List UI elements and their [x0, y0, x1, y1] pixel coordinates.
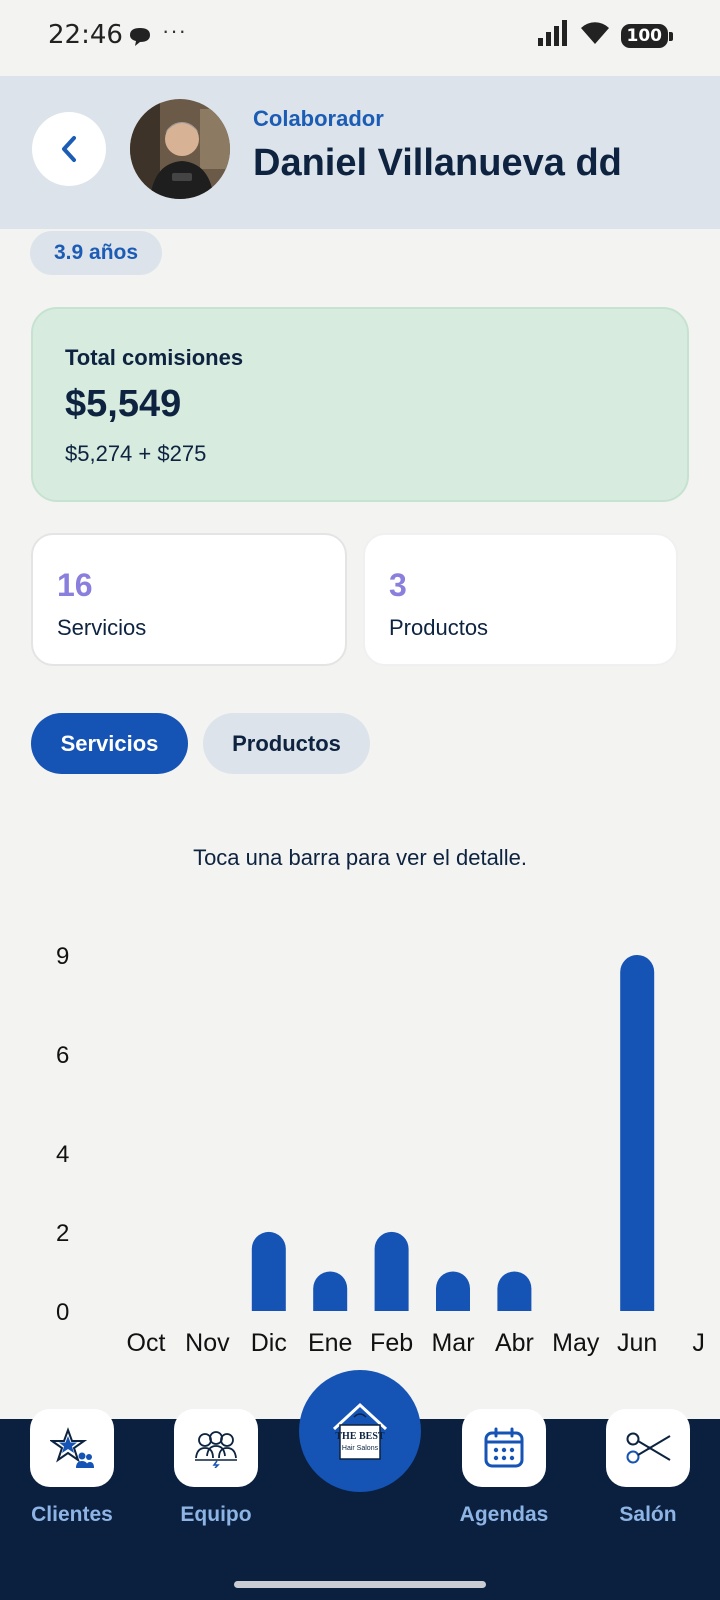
battery-indicator: 100 — [620, 23, 673, 48]
tab-servicios[interactable]: Servicios — [31, 713, 188, 774]
message-icon — [128, 26, 152, 53]
products-count: 3 — [389, 567, 407, 603]
chevron-left-icon — [62, 136, 76, 162]
bar-dic[interactable] — [251, 1231, 286, 1311]
x-tick-label: Dic — [251, 1329, 287, 1357]
home-button[interactable]: THE BEST Hair Salons — [299, 1370, 421, 1492]
services-stat-card: 16 Servicios — [31, 533, 347, 666]
y-tick-label: 6 — [56, 1042, 69, 1069]
logo-text-line1: THE BEST — [335, 1431, 385, 1442]
bar-abr[interactable] — [497, 1271, 532, 1311]
wifi-icon — [579, 20, 611, 51]
services-bar-chart: 0 2 4 6 9 Oct Nov Dic Ene Feb Mar Abr May Jun J — [56, 943, 705, 1357]
signal-icon — [537, 20, 569, 51]
x-tick-label: Oct — [127, 1329, 166, 1357]
gesture-bar — [234, 1581, 486, 1588]
total-commissions-card: Total comisiones $5,549 $5,274 + $275 — [31, 307, 689, 502]
more-notifications-icon: ··· — [162, 18, 187, 43]
tenure-badge: 3.9 años — [30, 231, 163, 275]
x-tick-label: Ene — [308, 1329, 352, 1357]
nav-button-agendas[interactable] — [462, 1409, 546, 1487]
avatar — [130, 99, 230, 199]
profile-header: Colaborador Daniel Villanueva dd — [0, 76, 720, 229]
y-tick-label: 2 — [56, 1220, 69, 1247]
total-commissions-amount: $5,549 — [65, 383, 182, 425]
back-button[interactable] — [32, 112, 106, 186]
star-people-icon — [50, 1427, 94, 1468]
nav-label-salon: Salón — [619, 1503, 677, 1526]
logo-text-line2: Hair Salons — [342, 1445, 379, 1452]
x-tick-label: Mar — [431, 1329, 474, 1357]
y-tick-label: 9 — [56, 943, 69, 970]
bar-jun[interactable] — [620, 955, 655, 1311]
products-stat-label: Productos — [389, 615, 489, 640]
x-tick-label: Feb — [370, 1329, 413, 1357]
bar-ene[interactable] — [313, 1271, 348, 1311]
total-commissions-breakdown: $5,274 + $275 — [65, 441, 207, 466]
team-icon — [195, 1431, 237, 1468]
bar-feb[interactable] — [374, 1231, 409, 1311]
nav-button-salon[interactable] — [606, 1409, 690, 1487]
bar-mar[interactable] — [436, 1271, 470, 1311]
employee-name: Daniel Villanueva dd — [253, 142, 622, 184]
y-tick-label: 0 — [56, 1299, 69, 1326]
chart-hint: Toca una barra para ver el detalle. — [193, 845, 527, 870]
nav-label-agendas: Agendas — [459, 1503, 549, 1526]
calendar-icon — [484, 1427, 524, 1468]
x-tick-label: J — [692, 1329, 705, 1357]
x-tick-label: Jun — [617, 1329, 657, 1357]
x-tick-label: Abr — [495, 1329, 534, 1357]
services-stat-label: Servicios — [57, 615, 147, 640]
x-tick-label: May — [552, 1329, 600, 1357]
products-stat-card: 3 Productos — [363, 533, 678, 666]
role-label: Colaborador — [253, 106, 384, 131]
salon-logo-icon: THE BEST Hair Salons — [332, 1402, 388, 1460]
y-tick-label: 4 — [56, 1141, 69, 1168]
status-time: 22:46 — [48, 20, 123, 50]
total-commissions-label: Total comisiones — [65, 345, 244, 370]
services-count: 16 — [57, 567, 93, 603]
tab-productos[interactable]: Productos — [203, 713, 370, 774]
nav-button-equipo[interactable] — [174, 1409, 258, 1487]
nav-button-clientes[interactable] — [30, 1409, 114, 1487]
nav-label-equipo: Equipo — [180, 1503, 252, 1526]
x-tick-label: Nov — [185, 1329, 230, 1357]
status-bar: 22:46 ··· 100 — [0, 0, 720, 76]
nav-label-clientes: Clientes — [31, 1503, 113, 1526]
scissors-icon — [626, 1432, 671, 1464]
